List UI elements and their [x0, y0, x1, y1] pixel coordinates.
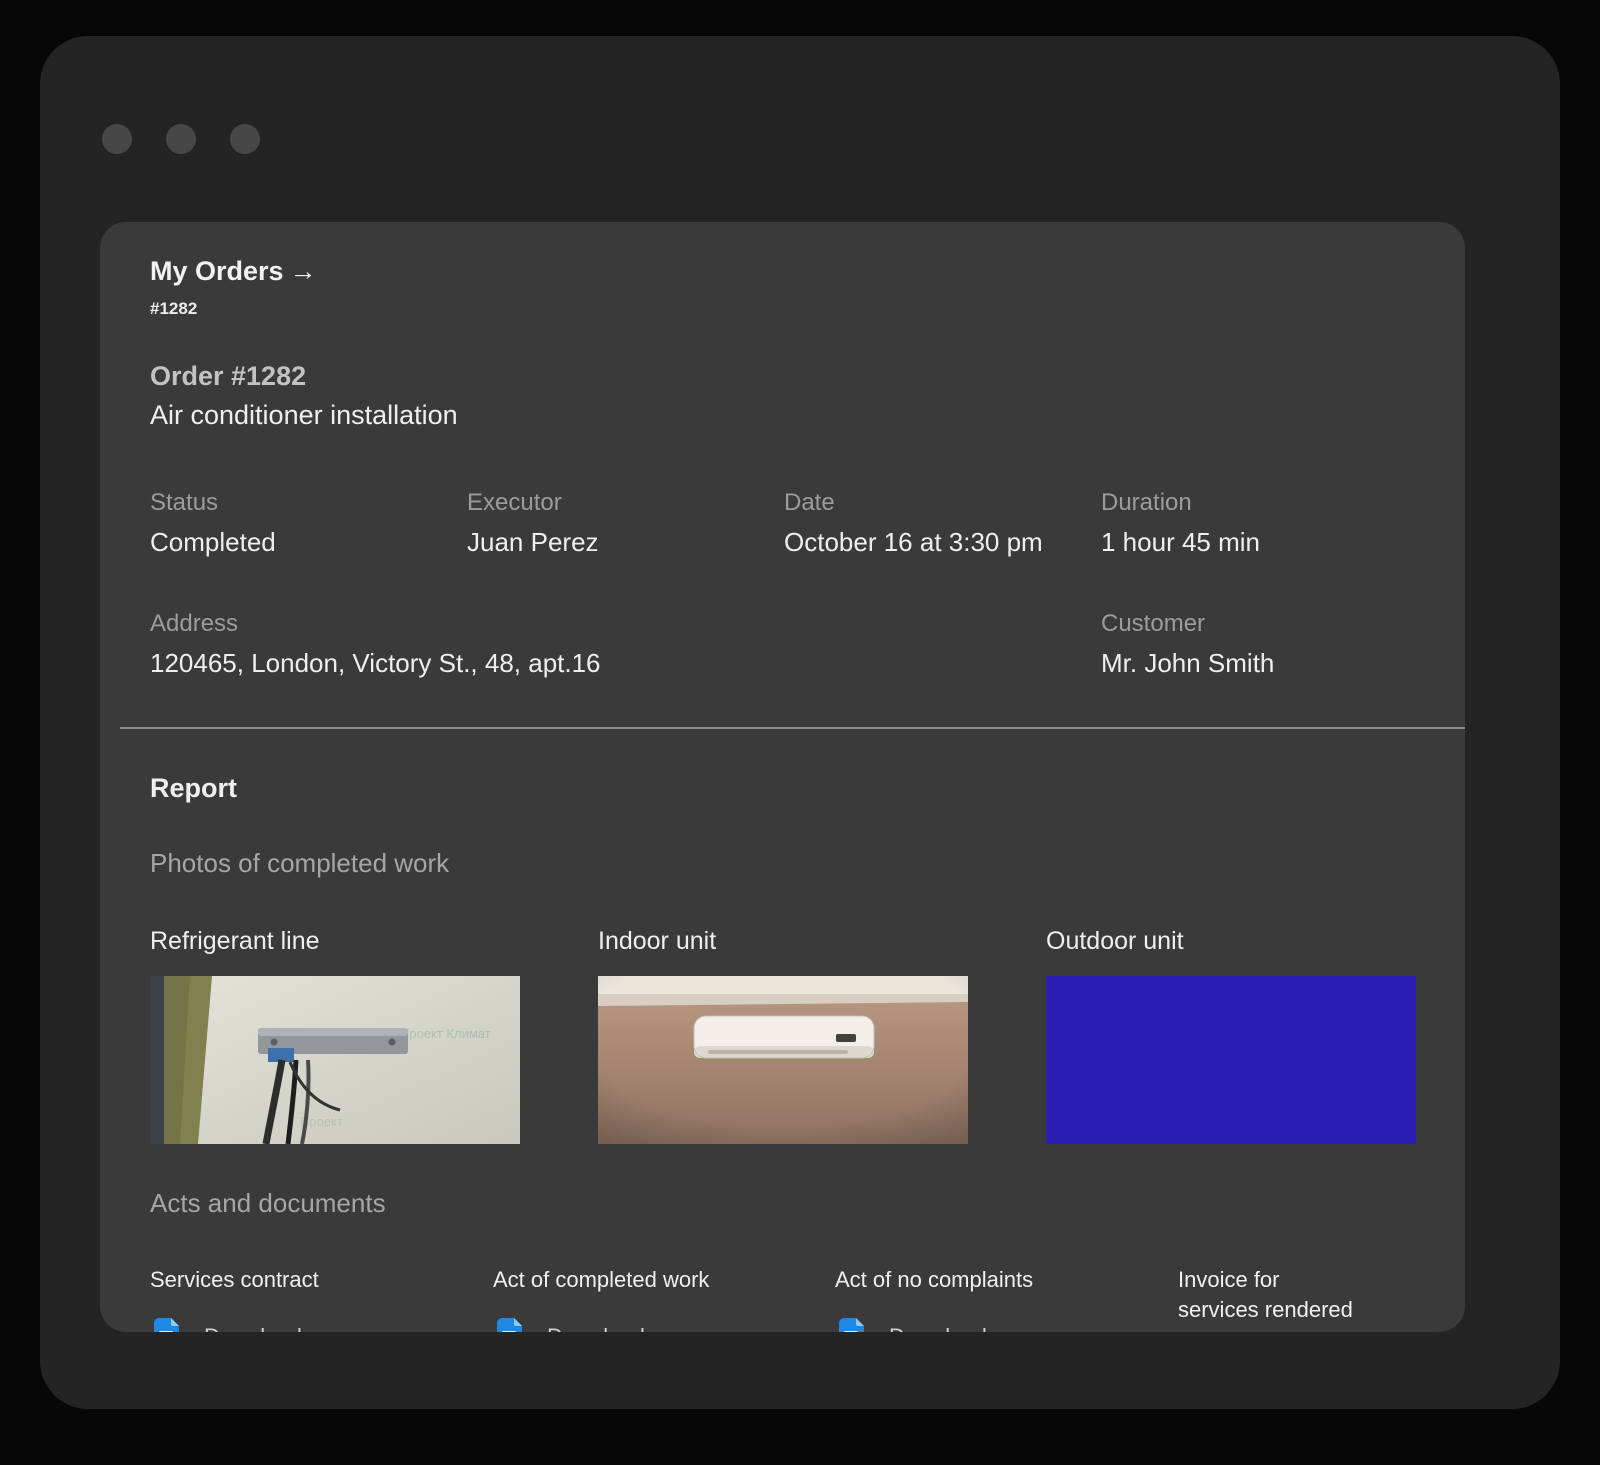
document-services-contract: Services contract Download — [150, 1265, 493, 1332]
download-label[interactable]: Download — [889, 1324, 987, 1332]
field-customer: Customer Mr. John Smith — [1101, 610, 1415, 679]
field-status: Status Completed — [150, 489, 467, 558]
document-label: Act of no complaints — [835, 1265, 1178, 1295]
window-dot[interactable] — [166, 124, 196, 154]
download-act-no-complaints-button[interactable]: Download — [835, 1317, 1178, 1332]
field-address-value: 120465, London, Victory St., 48, apt.16 — [150, 648, 1101, 679]
file-download-icon — [493, 1317, 529, 1332]
field-executor-label: Executor — [467, 489, 784, 517]
order-fields-row-1: Status Completed Executor Juan Perez Dat… — [150, 489, 1415, 558]
photo-refrigerant-line[interactable]: Проект Климат Проект — [150, 976, 520, 1144]
report-title: Report — [150, 773, 1415, 804]
field-date: Date October 16 at 3:30 pm — [784, 489, 1101, 558]
field-duration: Duration 1 hour 45 min — [1101, 489, 1415, 558]
order-fields-row-2: Address 120465, London, Victory St., 48,… — [150, 610, 1415, 679]
order-title: Order #1282 — [150, 361, 1415, 392]
field-address-label: Address — [150, 610, 1101, 638]
download-services-contract-button[interactable]: Download — [150, 1317, 493, 1332]
field-duration-value: 1 hour 45 min — [1101, 527, 1415, 558]
photo-indoor-unit[interactable] — [598, 976, 968, 1144]
field-date-label: Date — [784, 489, 1101, 517]
section-divider — [120, 727, 1465, 729]
photos-grid: Refrigerant line Проект Кл — [150, 927, 1415, 1144]
window-dot[interactable] — [230, 124, 260, 154]
photo-card-indoor-unit: Indoor unit — [598, 927, 968, 1144]
documents-heading: Acts and documents — [150, 1188, 1415, 1219]
photo-label: Outdoor unit — [1046, 927, 1416, 956]
file-download-icon — [835, 1317, 871, 1332]
file-download-icon — [150, 1317, 186, 1332]
order-heading: Order #1282 Air conditioner installation — [150, 361, 1415, 431]
breadcrumb-order-number: #1282 — [150, 299, 1415, 319]
photo-card-outdoor-unit: Outdoor unit — [1046, 927, 1416, 1144]
svg-text:Проект Климат: Проект Климат — [400, 1026, 491, 1041]
documents-grid: Services contract Download — [150, 1265, 1415, 1332]
photo-card-refrigerant-line: Refrigerant line Проект Кл — [150, 927, 520, 1144]
field-duration-label: Duration — [1101, 489, 1415, 517]
app-window: My Orders→ #1282 Order #1282 Air conditi… — [40, 36, 1560, 1409]
photo-outdoor-unit[interactable] — [1046, 976, 1416, 1144]
document-label: Act of completed work — [493, 1265, 835, 1295]
field-date-value: October 16 at 3:30 pm — [784, 527, 1101, 558]
photo-label: Indoor unit — [598, 927, 968, 956]
download-act-completed-work-button[interactable]: Download — [493, 1317, 835, 1332]
field-customer-label: Customer — [1101, 610, 1415, 638]
photo-label: Refrigerant line — [150, 927, 520, 956]
order-subtitle: Air conditioner installation — [150, 400, 1415, 431]
field-executor-value: Juan Perez — [467, 527, 784, 558]
document-label: Invoice for services rendered — [1178, 1265, 1363, 1324]
field-status-label: Status — [150, 489, 467, 517]
window-dot[interactable] — [102, 124, 132, 154]
field-status-value: Completed — [150, 527, 467, 558]
document-invoice-services: Invoice for services rendered — [1178, 1265, 1415, 1332]
download-label[interactable]: Download — [547, 1324, 645, 1332]
document-act-completed-work: Act of completed work Downlo — [493, 1265, 835, 1332]
field-executor: Executor Juan Perez — [467, 489, 784, 558]
order-detail-card: My Orders→ #1282 Order #1282 Air conditi… — [100, 222, 1465, 1332]
field-customer-value: Mr. John Smith — [1101, 648, 1415, 679]
document-act-no-complaints: Act of no complaints Downloa — [835, 1265, 1178, 1332]
field-address: Address 120465, London, Victory St., 48,… — [150, 610, 1101, 679]
arrow-right-icon: → — [290, 256, 317, 286]
breadcrumb-my-orders-link[interactable]: My Orders — [150, 256, 284, 286]
photos-heading: Photos of completed work — [150, 848, 1415, 879]
document-label: Services contract — [150, 1265, 493, 1295]
download-label[interactable]: Download — [204, 1324, 302, 1332]
window-controls — [102, 124, 260, 154]
breadcrumb[interactable]: My Orders→ — [150, 256, 1415, 287]
